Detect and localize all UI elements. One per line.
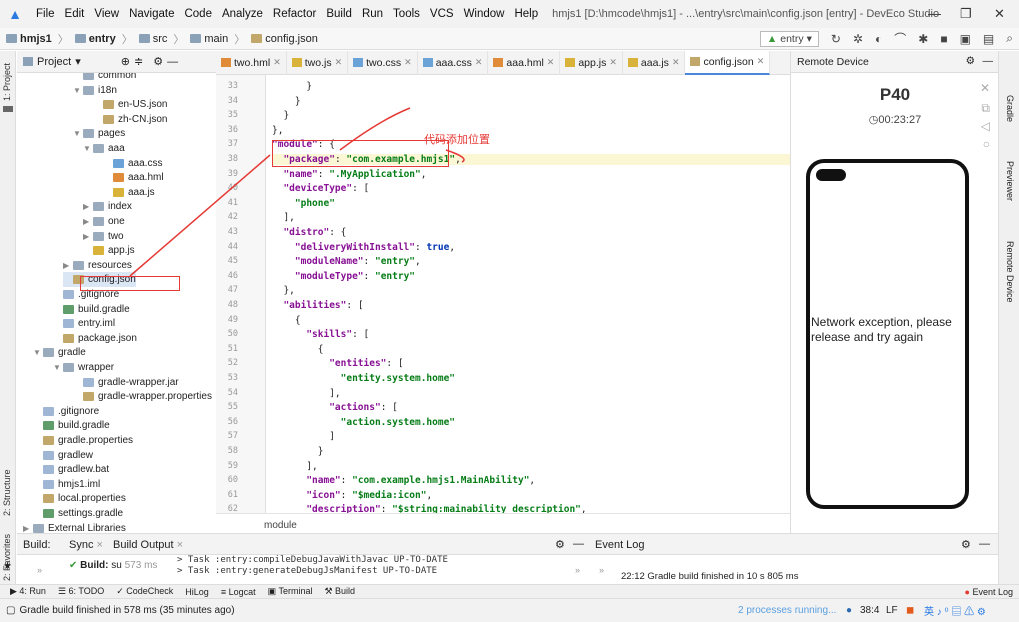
- build-result-item[interactable]: ✔ Build: su 573 ms: [69, 560, 157, 571]
- remote-device-tool-tab[interactable]: Remote Device: [1005, 241, 1015, 303]
- hilog-tool-button[interactable]: HiLog: [185, 587, 209, 597]
- build-panel-body: » ✔ Build: su 573 ms > Task :entry:compi…: [17, 555, 998, 584]
- close-icon[interactable]: ✕: [980, 81, 990, 95]
- build-tool-button[interactable]: ⚒ Build: [324, 586, 355, 597]
- tool-window-bar: ▶ 4: Run ☰ 6: TODO ✓ CodeCheck HiLog ≡ L…: [0, 584, 1019, 598]
- event-log-title: Event Log: [595, 539, 645, 551]
- expand-icon[interactable]: »: [37, 565, 42, 575]
- status-bar: ▢ Gradle build finished in 578 ms (35 mi…: [0, 598, 1019, 622]
- tab-build-output[interactable]: Build Output ×: [113, 539, 183, 551]
- run-tool-button[interactable]: ▶ 4: Run: [10, 586, 46, 597]
- back-icon[interactable]: ◁: [981, 119, 990, 133]
- event-log-line: 22:12 Gradle build finished in 10 s 805 …: [621, 571, 799, 582]
- device-message: Network exception, please release and tr…: [811, 315, 952, 344]
- codecheck-tool-button[interactable]: ✓ CodeCheck: [116, 586, 173, 597]
- status-message[interactable]: Gradle build finished in 578 ms (35 minu…: [19, 605, 234, 616]
- hide-icon[interactable]: —: [979, 538, 990, 550]
- code-breadcrumb[interactable]: module: [216, 513, 790, 533]
- expand-icon[interactable]: »: [575, 565, 580, 575]
- gear-icon[interactable]: ⚙: [961, 538, 971, 551]
- terminal-tool-button[interactable]: ▣ Terminal: [268, 586, 313, 597]
- device-frame: Network exception, please release and tr…: [806, 159, 969, 509]
- clock-icon: ◷: [868, 114, 879, 126]
- hide-icon[interactable]: —: [573, 538, 584, 550]
- tab-sync[interactable]: Sync ×: [69, 539, 103, 551]
- hide-icon[interactable]: —: [983, 55, 994, 67]
- right-tool-strip: Gradle Previewer Remote Device: [998, 51, 1019, 596]
- remote-device-panel: Remote Device ⚙ — P40 ◷00:23:27 ✕ ⧉ ◁ ○ …: [790, 51, 999, 533]
- progress-icon: ●: [846, 605, 853, 616]
- arrow-curve: [339, 107, 411, 151]
- event-log-tool-button[interactable]: ● Event Log: [965, 587, 1013, 597]
- notification-icon: ●: [964, 586, 970, 597]
- previewer-tool-tab[interactable]: Previewer: [1005, 161, 1015, 201]
- expand-icon[interactable]: »: [599, 565, 604, 575]
- gradle-tool-tab[interactable]: Gradle: [1005, 95, 1015, 122]
- keyboard-icon: 英 ♪ ⁰ ▤ ⚠ ⚙: [924, 607, 986, 618]
- arrow-tail: [445, 149, 465, 163]
- logcat-tool-button[interactable]: ≡ Logcat: [221, 587, 256, 597]
- line-ending[interactable]: LF: [886, 605, 898, 616]
- check-icon: ✔: [69, 560, 78, 571]
- ime-icon: ◼: [906, 605, 915, 616]
- build-log: > Task :entry:compileDebugJavaWithJavac …: [177, 555, 448, 576]
- camera-notch: [816, 169, 846, 181]
- device-name: P40: [879, 85, 911, 104]
- gear-icon[interactable]: ⚙: [555, 538, 565, 551]
- message-icon: ▢: [6, 605, 16, 616]
- build-tab-label: Build:: [23, 539, 51, 551]
- arrow-to-code: [129, 154, 271, 277]
- remote-device-header: Remote Device ⚙ —: [791, 51, 999, 73]
- cursor-position[interactable]: 38:4: [860, 605, 879, 616]
- build-panel-header: Build: Sync × Build Output × ⚙ — Event L…: [17, 533, 998, 555]
- processes-indicator[interactable]: 2 processes running...: [738, 605, 836, 616]
- home-icon[interactable]: ○: [983, 137, 990, 151]
- gear-icon[interactable]: ⚙: [966, 55, 975, 67]
- device-timer: ◷00:23:27: [868, 114, 922, 126]
- screenshot-icon[interactable]: ⧉: [981, 101, 990, 116]
- todo-tool-button[interactable]: ☰ 6: TODO: [58, 586, 104, 597]
